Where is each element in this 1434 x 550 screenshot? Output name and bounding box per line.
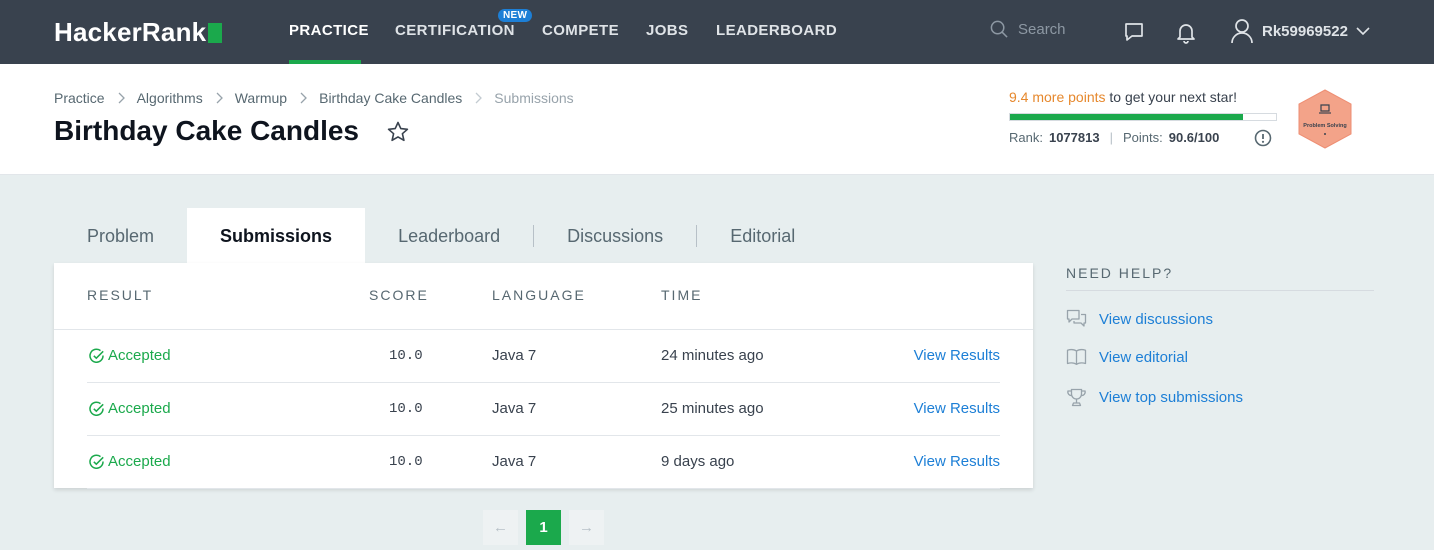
view-editorial-label: View editorial xyxy=(1099,348,1188,366)
table-row: Accepted 10.0 Java 7 9 days ago View Res… xyxy=(87,436,1000,489)
nav-certification[interactable]: CERTIFICATION xyxy=(395,22,515,39)
view-top-submissions-link[interactable]: View top submissions xyxy=(1066,388,1243,407)
nav-leaderboard[interactable]: LEADERBOARD xyxy=(716,22,837,39)
new-badge: NEW xyxy=(498,9,533,22)
badge-label: Problem Solving xyxy=(1303,123,1346,129)
check-circle-icon xyxy=(89,347,104,363)
view-results-link[interactable]: View Results xyxy=(914,453,1000,470)
score-value: 10.0 xyxy=(389,401,423,417)
check-circle-icon xyxy=(89,453,104,469)
search-input[interactable] xyxy=(1018,21,1118,38)
info-icon[interactable] xyxy=(1254,129,1272,147)
language-value: Java 7 xyxy=(492,400,537,417)
tab-editorial[interactable]: Editorial xyxy=(697,208,828,264)
need-help-heading: NEED HELP? xyxy=(1066,265,1174,281)
rank-label: Rank: xyxy=(1009,130,1043,145)
logo-text: HackerRank xyxy=(54,17,207,47)
problem-solving-badge[interactable]: Problem Solving xyxy=(1295,88,1355,150)
next-star-text: to get your next star! xyxy=(1105,89,1238,105)
result-label: Accepted xyxy=(108,347,171,364)
breadcrumb-challenge[interactable]: Birthday Cake Candles xyxy=(319,90,462,106)
search-icon xyxy=(990,20,1008,38)
time-value: 25 minutes ago xyxy=(661,400,764,417)
points-needed: 9.4 more points xyxy=(1009,89,1106,105)
chevron-down-icon xyxy=(1356,27,1370,36)
view-discussions-label: View discussions xyxy=(1099,310,1213,328)
next-star-message: 9.4 more points to get your next star! xyxy=(1009,89,1237,105)
username: Rk59969522 xyxy=(1262,22,1348,40)
user-menu[interactable]: Rk59969522 xyxy=(1230,18,1370,44)
header-time: TIME xyxy=(661,287,703,303)
view-discussions-link[interactable]: View discussions xyxy=(1066,309,1213,329)
nav-compete[interactable]: COMPETE xyxy=(542,22,619,39)
chevron-right-icon xyxy=(118,92,125,104)
breadcrumb-practice[interactable]: Practice xyxy=(54,90,105,106)
rank-value: 1077813 xyxy=(1048,130,1100,145)
points-value: 90.6/100 xyxy=(1168,130,1220,145)
chevron-right-icon xyxy=(216,92,223,104)
notifications-bell-icon[interactable] xyxy=(1174,20,1198,44)
language-value: Java 7 xyxy=(492,347,537,364)
language-value: Java 7 xyxy=(492,453,537,470)
table-row: Accepted 10.0 Java 7 25 minutes ago View… xyxy=(87,383,1000,436)
check-circle-icon xyxy=(89,400,104,416)
star-progress-bar xyxy=(1009,113,1277,121)
discussions-icon xyxy=(1066,309,1087,327)
page-title: Birthday Cake Candles xyxy=(54,115,359,146)
book-icon xyxy=(1066,348,1087,365)
header-result: RESULT xyxy=(87,287,154,303)
breadcrumb-submissions: Submissions xyxy=(494,90,574,106)
time-value: 24 minutes ago xyxy=(661,347,764,364)
nav-jobs[interactable]: JOBS xyxy=(646,22,688,39)
result-label: Accepted xyxy=(108,453,171,470)
logo-block xyxy=(208,22,223,43)
score-value: 10.0 xyxy=(389,454,423,470)
hackerrank-logo[interactable]: HackerRank xyxy=(54,17,223,48)
tab-leaderboard[interactable]: Leaderboard xyxy=(365,208,533,264)
result-label: Accepted xyxy=(108,400,171,417)
nav-practice[interactable]: PRACTICE xyxy=(289,22,369,39)
result-status: Accepted xyxy=(89,453,171,470)
view-editorial-link[interactable]: View editorial xyxy=(1066,348,1188,366)
breadcrumb-warmup[interactable]: Warmup xyxy=(235,90,287,106)
result-status: Accepted xyxy=(89,347,171,364)
chevron-right-icon xyxy=(300,92,308,104)
search-box[interactable] xyxy=(990,20,1118,39)
pagination: ← 1 → xyxy=(483,510,604,545)
top-nav: HackerRank PRACTICE CERTIFICATION NEW CO… xyxy=(0,0,1434,64)
challenge-header: Practice Algorithms Warmup Birthday Cake… xyxy=(0,64,1434,175)
trophy-icon xyxy=(1067,388,1086,407)
view-results-link[interactable]: View Results xyxy=(914,400,1000,417)
tab-submissions[interactable]: Submissions xyxy=(187,208,366,264)
header-language: LANGUAGE xyxy=(492,287,586,303)
table-row: Accepted 10.0 Java 7 24 minutes ago View… xyxy=(87,330,1000,383)
breadcrumb-algorithms[interactable]: Algorithms xyxy=(137,90,203,106)
breadcrumb: Practice Algorithms Warmup Birthday Cake… xyxy=(54,90,574,106)
bookmark-star-icon[interactable] xyxy=(386,120,410,144)
submissions-table: RESULT SCORE LANGUAGE TIME Accepted 10.0… xyxy=(54,263,1033,489)
header-score: SCORE xyxy=(369,287,429,303)
points-label: Points: xyxy=(1122,130,1163,145)
challenge-tabs: Problem Submissions Leaderboard Discussi… xyxy=(54,208,828,264)
star-progress-fill xyxy=(1010,114,1244,120)
view-results-link[interactable]: View Results xyxy=(914,347,1000,364)
time-value: 9 days ago xyxy=(661,453,735,470)
messages-icon[interactable] xyxy=(1122,20,1146,44)
help-divider xyxy=(1066,290,1374,291)
prev-page-button[interactable]: ← xyxy=(483,510,518,545)
chevron-right-icon xyxy=(475,92,483,104)
page-1-button[interactable]: 1 xyxy=(526,510,561,545)
rank-points-line: Rank: 1077813 | Points: 90.6/100 xyxy=(1009,130,1220,145)
view-top-submissions-label: View top submissions xyxy=(1099,389,1243,406)
score-value: 10.0 xyxy=(389,348,423,364)
tab-problem[interactable]: Problem xyxy=(54,208,187,264)
tab-discussions[interactable]: Discussions xyxy=(534,208,696,264)
next-page-button[interactable]: → xyxy=(569,510,604,545)
user-icon xyxy=(1231,19,1253,44)
result-status: Accepted xyxy=(89,400,171,417)
